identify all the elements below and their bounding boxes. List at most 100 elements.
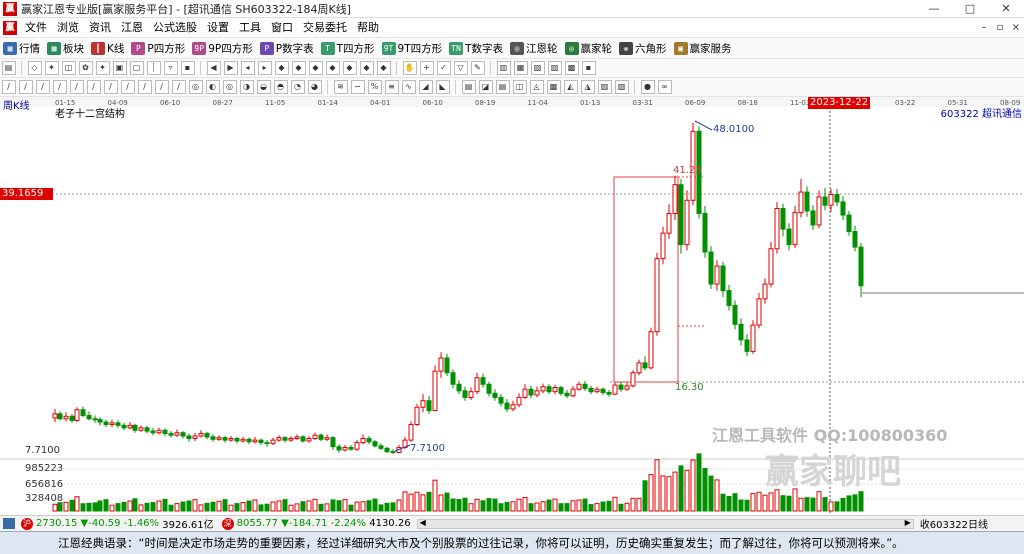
menu-news[interactable]: 资讯 <box>84 18 116 37</box>
analysis-tool-37-icon[interactable]: ▨ <box>597 80 612 94</box>
daily-chart-button[interactable]: 收603322日线 <box>920 516 1024 531</box>
draw-tool-18-icon[interactable]: ◆ <box>274 61 289 75</box>
analysis-tool-38-icon[interactable]: ▧ <box>614 80 629 94</box>
analysis-tool-14-icon[interactable]: ◎ <box>222 80 237 94</box>
document-logo-icon[interactable]: 赢 <box>3 20 17 35</box>
draw-tool-27-icon[interactable]: + <box>419 61 434 75</box>
analysis-tool-23-icon[interactable]: % <box>367 80 382 94</box>
analysis-tool-36-icon[interactable]: ◮ <box>580 80 595 94</box>
draw-tool-16-icon[interactable]: ◂ <box>240 61 255 75</box>
analysis-tool-29-icon[interactable]: ▤ <box>461 80 476 94</box>
analysis-tool-1-icon[interactable]: ∕ <box>1 80 16 94</box>
menu-file[interactable]: 文件 <box>20 18 52 37</box>
mdi-restore-button[interactable]: ▫ <box>992 18 1008 37</box>
draw-tool-29-icon[interactable]: ▽ <box>453 61 468 75</box>
analysis-tool-16-icon[interactable]: ◒ <box>256 80 271 94</box>
analysis-tool-30-icon[interactable]: ◪ <box>478 80 493 94</box>
draw-tool-4-icon[interactable]: ✦ <box>44 61 59 75</box>
toolbar-grid-button[interactable]: ▦ 行情 <box>0 38 44 58</box>
analysis-tool-10-icon[interactable]: ∕ <box>154 80 169 94</box>
minimize-button[interactable]: — <box>916 0 952 18</box>
draw-tool-19-icon[interactable]: ◆ <box>291 61 306 75</box>
menu-window[interactable]: 窗口 <box>266 18 298 37</box>
kline-chart[interactable]: 01-15 04-09 06-10 08-27 11-05 01-14 04-01 06-10… <box>0 97 1024 515</box>
menu-help[interactable]: 帮助 <box>352 18 384 37</box>
draw-tool-28-icon[interactable]: ✓ <box>436 61 451 75</box>
toolbar-service-button[interactable]: ▣ 赢家服务 <box>671 38 736 58</box>
draw-tool-35-icon[interactable]: ▨ <box>547 61 562 75</box>
menu-browse[interactable]: 浏览 <box>52 18 84 37</box>
close-button[interactable]: ✕ <box>988 0 1024 18</box>
analysis-tool-33-icon[interactable]: ◬ <box>529 80 544 94</box>
analysis-tool-18-icon[interactable]: ◔ <box>290 80 305 94</box>
analysis-tool-7-icon[interactable]: ∕ <box>103 80 118 94</box>
draw-tool-17-icon[interactable]: ▸ <box>257 61 272 75</box>
draw-tool-3-icon[interactable]: ◇ <box>27 61 42 75</box>
draw-tool-5-icon[interactable]: ◫ <box>61 61 76 75</box>
analysis-tool-35-icon[interactable]: ◭ <box>563 80 578 94</box>
toolbar-hexagon-button[interactable]: ❋ 六角形 <box>616 38 671 58</box>
analysis-tool-21-icon[interactable]: ≋ <box>333 80 348 94</box>
analysis-tool-9-icon[interactable]: ∕ <box>137 80 152 94</box>
draw-tool-26-icon[interactable]: ✋ <box>402 61 417 75</box>
analysis-tool-8-icon[interactable]: ∕ <box>120 80 135 94</box>
analysis-tool-4-icon[interactable]: ∕ <box>52 80 67 94</box>
mdi-minimize-button[interactable]: – <box>976 18 992 37</box>
draw-tool-8-icon[interactable]: ▣ <box>112 61 127 75</box>
draw-tool-20-icon[interactable]: ◆ <box>308 61 323 75</box>
draw-tool-34-icon[interactable]: ▧ <box>530 61 545 75</box>
analysis-tool-31-icon[interactable]: ▤ <box>495 80 510 94</box>
scroll-right-arrow-icon[interactable]: ▶ <box>905 518 911 527</box>
analysis-tool-26-icon[interactable]: ◢ <box>418 80 433 94</box>
analysis-tool-22-icon[interactable]: ∽ <box>350 80 365 94</box>
analysis-tool-34-icon[interactable]: ▩ <box>546 80 561 94</box>
analysis-tool-24-icon[interactable]: ≡ <box>384 80 399 94</box>
menu-trading[interactable]: 交易委托 <box>298 18 352 37</box>
toolbar-9t-square-button[interactable]: 9T 9T四方形 <box>379 38 447 58</box>
draw-tool-36-icon[interactable]: ▩ <box>564 61 579 75</box>
draw-tool-7-icon[interactable]: ✦ <box>95 61 110 75</box>
analysis-tool-19-icon[interactable]: ◕ <box>307 80 322 94</box>
analysis-tool-32-icon[interactable]: ◫ <box>512 80 527 94</box>
draw-tool-37-icon[interactable]: ▪ <box>581 61 596 75</box>
analysis-tool-12-icon[interactable]: ◎ <box>188 80 203 94</box>
toolbar-t-table-button[interactable]: TN T数字表 <box>446 38 507 58</box>
analysis-tool-6-icon[interactable]: ∕ <box>86 80 101 94</box>
draw-tool-15-icon[interactable]: ▶ <box>223 61 238 75</box>
grid-icon[interactable] <box>3 518 15 529</box>
draw-tool-22-icon[interactable]: ◆ <box>342 61 357 75</box>
draw-tool-14-icon[interactable]: ◀ <box>206 61 221 75</box>
toolbar-p-table-button[interactable]: P P数字表 <box>257 38 318 58</box>
menu-tools[interactable]: 工具 <box>234 18 266 37</box>
analysis-tool-13-icon[interactable]: ◐ <box>205 80 220 94</box>
draw-tool-12-icon[interactable]: ▪ <box>180 61 195 75</box>
toolbar-t-square-button[interactable]: T T四方形 <box>318 38 379 58</box>
toolbar-kline-button[interactable]: ┃ K线 <box>88 38 128 58</box>
toolbar-blocks-button[interactable]: ▦ 板块 <box>44 38 88 58</box>
toolbar-winner-wheel-button[interactable]: ◎ 赢家轮 <box>562 38 617 58</box>
draw-tool-10-icon[interactable]: ┊ <box>146 61 161 75</box>
draw-tool-33-icon[interactable]: ▦ <box>513 61 528 75</box>
analysis-tool-11-icon[interactable]: ∕ <box>171 80 186 94</box>
draw-tool-6-icon[interactable]: ✿ <box>78 61 93 75</box>
mdi-close-button[interactable]: × <box>1008 18 1024 37</box>
draw-tool-23-icon[interactable]: ◆ <box>359 61 374 75</box>
toolbar-9p-square-button[interactable]: 9P 9P四方形 <box>189 38 257 58</box>
analysis-tool-5-icon[interactable]: ∕ <box>69 80 84 94</box>
analysis-tool-25-icon[interactable]: ∿ <box>401 80 416 94</box>
draw-tool-24-icon[interactable]: ◆ <box>376 61 391 75</box>
analysis-tool-15-icon[interactable]: ◑ <box>239 80 254 94</box>
analysis-tool-2-icon[interactable]: ∕ <box>18 80 33 94</box>
draw-tool-30-icon[interactable]: ✎ <box>470 61 485 75</box>
menu-gann[interactable]: 江恩 <box>116 18 148 37</box>
analysis-tool-40-icon[interactable]: ● <box>640 80 655 94</box>
draw-tool-9-icon[interactable]: ▢ <box>129 61 144 75</box>
scroll-left-arrow-icon[interactable]: ◀ <box>420 518 426 527</box>
horizontal-scrollbar[interactable]: ◀ ▶ <box>416 518 914 529</box>
draw-tool-21-icon[interactable]: ◆ <box>325 61 340 75</box>
draw-tool-32-icon[interactable]: ▥ <box>496 61 511 75</box>
analysis-tool-41-icon[interactable]: ∞ <box>657 80 672 94</box>
menu-settings[interactable]: 设置 <box>202 18 234 37</box>
analysis-tool-27-icon[interactable]: ◣ <box>435 80 450 94</box>
toolbar-gann-wheel-button[interactable]: ◎ 江恩轮 <box>507 38 562 58</box>
